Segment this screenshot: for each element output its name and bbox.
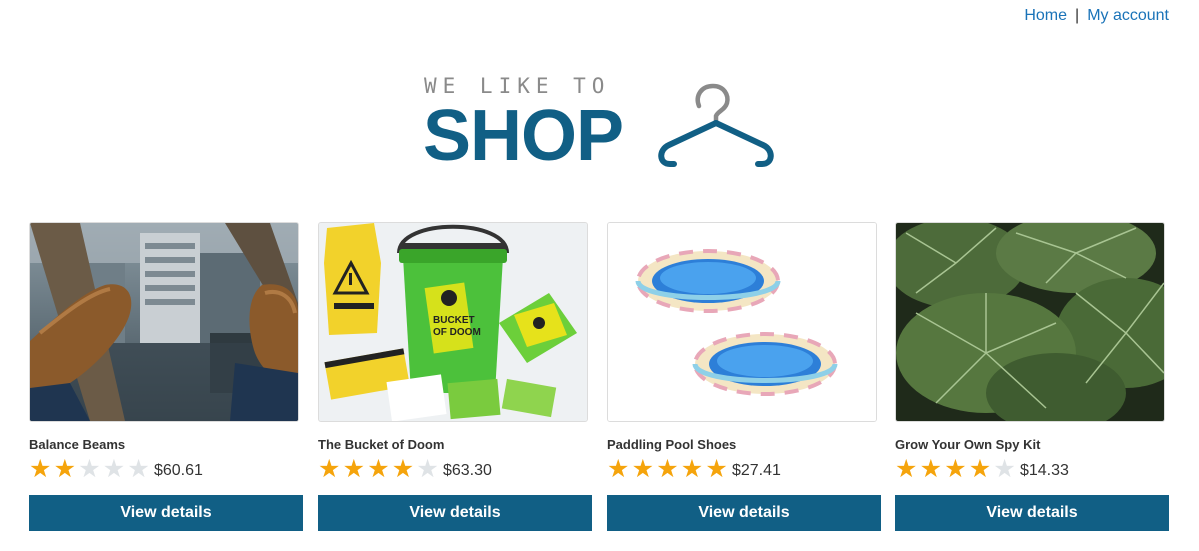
star-icon: ★ <box>607 455 630 483</box>
star-icon: ★ <box>102 455 126 483</box>
product-name: Balance Beams <box>29 437 126 452</box>
paddling-pool-shoes-image <box>608 223 876 421</box>
top-nav: Home | My account <box>1024 7 1169 25</box>
star-icon: ★ <box>127 455 150 483</box>
star-icon: ★ <box>29 455 52 483</box>
spy-kit-image <box>896 223 1164 421</box>
view-details-button[interactable]: View details <box>607 495 881 531</box>
bucket-of-doom-image: BUCKET OF DOOM <box>319 223 587 421</box>
star-icon: ★ <box>367 455 390 483</box>
home-link[interactable]: Home <box>1024 7 1067 24</box>
product-card: Grow Your Own Spy Kit ★ ★ ★ ★ ★ $14.33 V… <box>895 222 1170 531</box>
balance-beams-image <box>30 223 298 421</box>
star-icon: ★ <box>391 455 415 483</box>
star-icon: ★ <box>416 455 439 483</box>
product-rating: ★ ★ ★ ★ ★ $14.33 <box>895 455 1069 483</box>
page: Home | My account WE LIKE TO SHOP Balanc… <box>0 0 1199 551</box>
product-rating: ★ ★ ★ ★ ★ $60.61 <box>29 455 203 483</box>
star-icon: ★ <box>993 455 1016 483</box>
star-icon: ★ <box>944 455 967 483</box>
star-icon: ★ <box>680 455 704 483</box>
product-name: Grow Your Own Spy Kit <box>895 437 1041 452</box>
product-card: Paddling Pool Shoes ★ ★ ★ ★ ★ $27.41 Vie… <box>607 222 882 531</box>
star-icon: ★ <box>53 455 77 483</box>
star-icon: ★ <box>705 455 728 483</box>
view-details-button[interactable]: View details <box>318 495 592 531</box>
product-price: $14.33 <box>1019 461 1069 479</box>
site-logo[interactable]: WE LIKE TO SHOP <box>423 74 783 176</box>
star-icon: ★ <box>631 455 655 483</box>
product-price: $60.61 <box>153 461 203 479</box>
logo-word: SHOP <box>423 96 624 176</box>
svg-text:BUCKET: BUCKET <box>433 315 475 326</box>
view-details-button[interactable]: View details <box>29 495 303 531</box>
hanger-icon <box>658 83 774 167</box>
product-card: Balance Beams ★ ★ ★ ★ ★ $60.61 View deta… <box>29 222 304 531</box>
nav-separator: | <box>1075 7 1080 24</box>
product-image[interactable] <box>895 222 1165 422</box>
logo-tagline: WE LIKE TO <box>424 74 611 98</box>
star-icon: ★ <box>919 455 943 483</box>
product-rating: ★ ★ ★ ★ ★ $27.41 <box>607 455 781 483</box>
product-image[interactable]: BUCKET OF DOOM <box>318 222 588 422</box>
product-rating: ★ ★ ★ ★ ★ $63.30 <box>318 455 492 483</box>
star-icon: ★ <box>78 455 101 483</box>
view-details-button[interactable]: View details <box>895 495 1169 531</box>
star-icon: ★ <box>895 455 918 483</box>
star-icon: ★ <box>968 455 992 483</box>
star-icon: ★ <box>342 455 366 483</box>
product-price: $63.30 <box>442 461 492 479</box>
product-image[interactable] <box>29 222 299 422</box>
product-name: The Bucket of Doom <box>318 437 445 452</box>
product-name: Paddling Pool Shoes <box>607 437 737 452</box>
star-icon: ★ <box>656 455 679 483</box>
my-account-link[interactable]: My account <box>1087 7 1169 24</box>
product-image[interactable] <box>607 222 877 422</box>
svg-text:OF DOOM: OF DOOM <box>433 327 481 338</box>
product-card: BUCKET OF DOOM The Bucket of Doom ★ ★ ★ … <box>318 222 593 531</box>
product-price: $27.41 <box>731 461 781 479</box>
star-icon: ★ <box>318 455 341 483</box>
